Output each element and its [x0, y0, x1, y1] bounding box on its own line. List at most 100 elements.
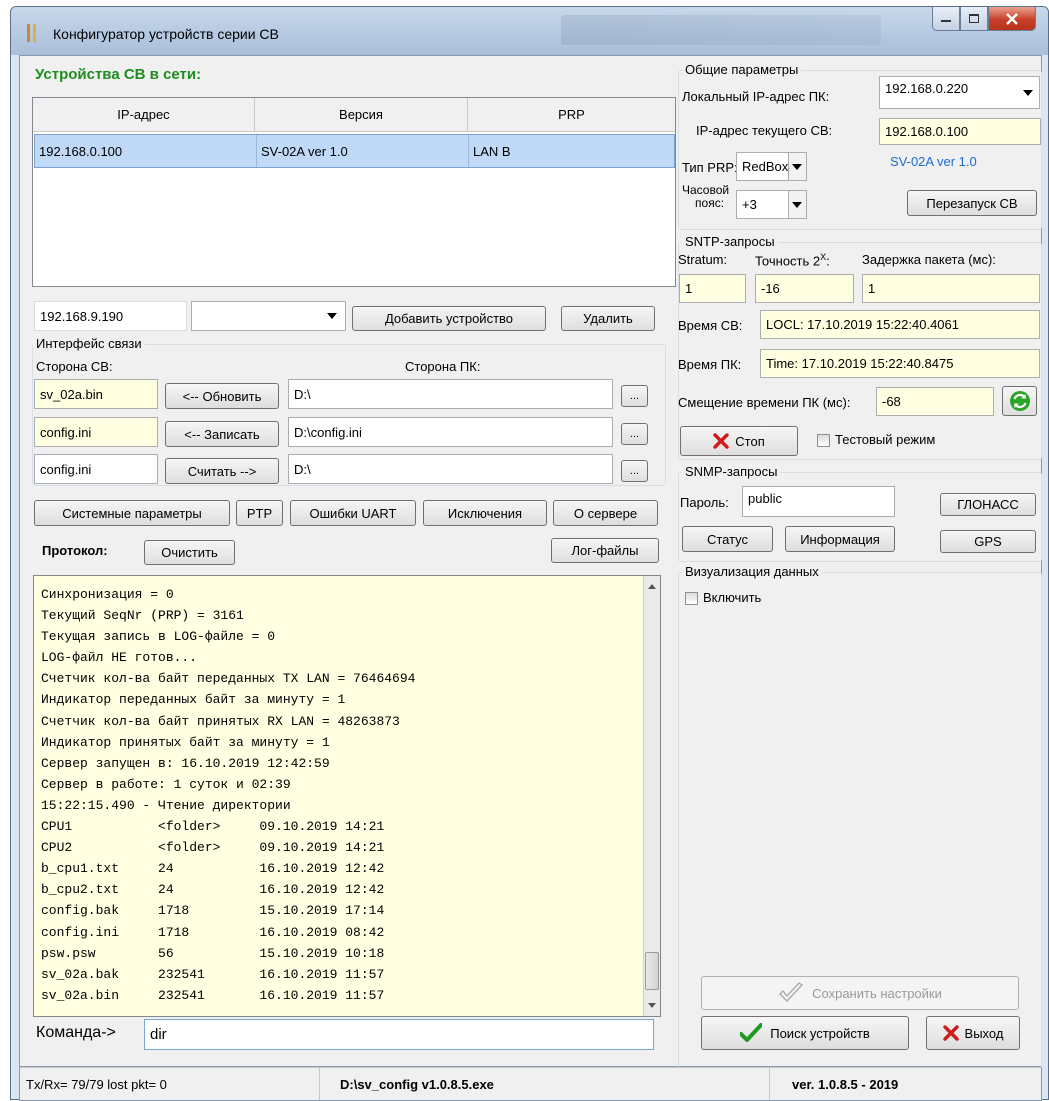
read-button[interactable]: Считать --> — [165, 458, 279, 484]
log-files-button[interactable]: Лог-файлы — [551, 538, 659, 563]
pc-time-label: Время ПК: — [678, 357, 742, 372]
log-line: LOG-файл НЕ готов... — [41, 650, 198, 666]
log-line: Сервер в работе: 1 суток и 02:39 — [41, 776, 291, 792]
log-line: CPU2 <folder> 09.10.2019 14:21 — [41, 840, 385, 856]
delay-label: Задержка пакета (мс): — [862, 252, 996, 267]
column-ip[interactable]: IP-адрес — [33, 98, 255, 131]
status-button[interactable]: Статус — [682, 526, 773, 552]
prp-type-label: Тип PRP: — [682, 160, 738, 175]
log-line: sv_02a.bin 232541 16.10.2019 11:57 — [41, 987, 385, 1003]
pc-path-3[interactable]: D:\ — [288, 454, 613, 484]
chevron-down-icon — [1023, 89, 1033, 96]
sv-file-3[interactable]: config.ini — [34, 454, 158, 484]
uart-errors-button[interactable]: Ошибки UART — [290, 500, 416, 526]
browse-button-1[interactable]: ... — [621, 385, 648, 407]
test-mode-checkbox[interactable] — [817, 434, 830, 447]
refresh-icon — [1009, 391, 1030, 411]
glonass-button[interactable]: ГЛОНАСС — [940, 493, 1036, 516]
system-params-button[interactable]: Системные параметры — [34, 500, 230, 526]
prp-type-combo[interactable]: RedBox — [736, 152, 807, 181]
log-line: psw.psw 56 15.10.2019 10:18 — [41, 945, 385, 961]
sv-time-field[interactable]: LOCL: 17.10.2019 15:22:40.4061 — [760, 310, 1040, 339]
device-table[interactable]: IP-адрес Версия PRP 192.168.0.100 SV-02A… — [32, 97, 676, 287]
clear-log-button[interactable]: Очистить — [144, 540, 235, 565]
local-ip-value: 192.168.0.220 — [885, 81, 969, 96]
stop-button[interactable]: Стоп — [680, 426, 798, 456]
chevron-down-icon — [792, 163, 802, 170]
scroll-up-icon[interactable] — [648, 584, 656, 589]
log-line: Синхронизация = 0 — [41, 587, 174, 602]
maximize-button[interactable] — [960, 7, 988, 31]
chevron-down-icon — [327, 313, 337, 319]
delay-field[interactable]: 1 — [862, 274, 1040, 303]
log-line: CPU1 <folder> 09.10.2019 14:21 — [41, 819, 385, 835]
sv-time-label: Время СВ: — [678, 318, 743, 333]
app-icon — [27, 24, 36, 42]
general-group-title: Общие параметры — [682, 62, 802, 77]
window-title: Конфигуратор устройств серии СВ — [53, 26, 279, 42]
delete-device-button[interactable]: Удалить — [561, 306, 655, 331]
stratum-field[interactable]: 1 — [679, 274, 746, 303]
minimize-button[interactable] — [932, 7, 960, 31]
sv-file-2[interactable]: config.ini — [34, 417, 158, 447]
log-line: config.ini 1718 16.10.2019 08:42 — [41, 924, 385, 940]
about-server-button[interactable]: О сервере — [553, 500, 658, 526]
sv-file-1[interactable]: sv_02a.bin — [34, 379, 158, 409]
offset-label: Смещение времени ПК (мс): — [678, 395, 851, 410]
title-bar[interactable]: Конфигуратор устройств серии СВ — [11, 7, 1048, 55]
pc-path-2[interactable]: D:\config.ini — [288, 417, 613, 447]
command-label: Команда-> — [36, 1024, 116, 1041]
background-window-title — [561, 15, 881, 45]
status-version: ver. 1.0.8.5 - 2019 — [792, 1076, 899, 1092]
password-input[interactable]: public — [742, 486, 895, 517]
gps-button[interactable]: GPS — [940, 530, 1036, 553]
browse-button-2[interactable]: ... — [621, 423, 648, 445]
offset-field[interactable]: -68 — [876, 387, 994, 416]
scroll-thumb[interactable] — [645, 952, 659, 990]
new-ip-input[interactable]: 192.168.9.190 — [34, 301, 187, 331]
sv-side-label: Сторона СВ: — [36, 359, 113, 374]
update-button[interactable]: <-- Обновить — [165, 383, 279, 409]
log-line: Индикатор переданных байт за минуту = 1 — [41, 692, 346, 708]
stratum-label: Stratum: — [678, 252, 728, 267]
local-ip-combo[interactable]: 192.168.0.220 — [879, 76, 1040, 109]
browse-button-3[interactable]: ... — [621, 460, 648, 482]
scroll-down-icon[interactable] — [648, 1003, 656, 1008]
current-ip-label: IP-адрес текущего СВ: — [696, 123, 833, 138]
info-button[interactable]: Информация — [785, 526, 895, 552]
command-input[interactable]: dir — [144, 1019, 654, 1050]
ptp-button[interactable]: PTP — [236, 500, 283, 526]
log-text: Синхронизация = 0 Текущий SeqNr (PRP) = 3… — [41, 584, 415, 1006]
snmp-group-title: SNMP-запросы — [682, 464, 781, 479]
timezone-combo[interactable]: +3 — [736, 190, 807, 219]
device-type-combo[interactable] — [191, 301, 346, 331]
current-ip-field[interactable]: 192.168.0.100 — [879, 118, 1041, 145]
save-settings-button[interactable]: Сохранить настройки — [701, 976, 1019, 1010]
column-prp[interactable]: PRP — [468, 98, 675, 131]
restart-button[interactable]: Перезапуск СВ — [907, 190, 1037, 216]
red-x-icon — [713, 433, 729, 449]
enable-visual-checkbox[interactable] — [685, 592, 698, 605]
add-device-button[interactable]: Добавить устройство — [352, 306, 546, 331]
search-devices-button[interactable]: Поиск устройств — [701, 1016, 909, 1050]
exceptions-button[interactable]: Исключения — [423, 500, 547, 526]
refresh-button[interactable] — [1002, 386, 1037, 416]
write-button[interactable]: <-- Записать — [165, 421, 279, 447]
log-line: Счетчик кол-ва байт принятых RX LAN = 48… — [41, 713, 400, 729]
status-txrx: Tx/Rx= 79/79 lost pkt= 0 — [20, 1068, 320, 1100]
red-x-icon — [942, 1025, 959, 1041]
table-row[interactable]: 192.168.0.100 SV-02A ver 1.0 LAN B — [34, 134, 675, 168]
close-button[interactable] — [988, 7, 1036, 31]
pc-path-1[interactable]: D:\ — [288, 379, 613, 409]
timezone-value: +3 — [742, 197, 757, 212]
timezone-label: Часовой пояс: — [682, 183, 730, 210]
column-version[interactable]: Версия — [255, 98, 468, 131]
pc-time-field[interactable]: Time: 17.10.2019 15:22:40.8475 — [760, 349, 1040, 378]
precision-field[interactable]: -16 — [755, 274, 854, 303]
log-scrollbar[interactable] — [643, 576, 660, 1016]
protocol-log[interactable]: Синхронизация = 0 Текущий SeqNr (PRP) = 3… — [33, 575, 661, 1017]
checkmark-outline-icon — [779, 982, 804, 1002]
log-line: Сервер запущен в: 16.10.2019 12:42:59 — [41, 755, 330, 771]
log-line: sv_02a.bak 232541 16.10.2019 11:57 — [41, 966, 385, 982]
exit-button[interactable]: Выход — [926, 1016, 1020, 1050]
